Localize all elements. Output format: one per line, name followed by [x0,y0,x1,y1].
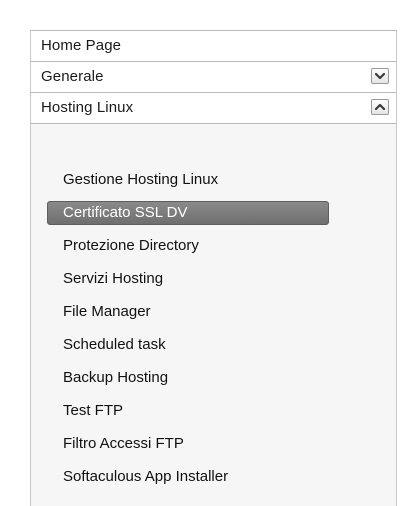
menu-section-generale[interactable]: Generale [31,61,396,93]
menu-section-hosting-linux[interactable]: Hosting Linux [31,92,396,124]
submenu-item-label: Protezione Directory [63,237,199,254]
submenu-item-gestione-hosting-linux[interactable]: Gestione Hosting Linux [47,168,329,192]
chevron-up-icon [374,103,386,111]
menu-section-home-page[interactable]: Home Page [31,30,396,62]
submenu-item-protezione-directory[interactable]: Protezione Directory [47,234,329,258]
submenu-item-label: File Manager [63,303,151,320]
submenu-item-label: Certificato SSL DV [63,204,188,221]
submenu-item-scheduled-task[interactable]: Scheduled task [47,333,329,357]
submenu-item-certificato-ssl-dv[interactable]: Certificato SSL DV [47,201,329,225]
submenu-item-label: Servizi Hosting [63,270,164,287]
submenu-item-file-manager[interactable]: File Manager [47,300,329,324]
chevron-down-icon [374,72,386,80]
submenu-item-label: Filtro Accessi FTP [63,435,184,452]
sidebar-menu: Home Page Generale Hosting Linux Gestion… [30,30,397,506]
submenu-item-label: Scheduled task [63,336,166,353]
submenu-item-softaculous-app-installer[interactable]: Softaculous App Installer [47,465,329,489]
submenu-item-label: Gestione Hosting Linux [63,171,219,188]
submenu-item-label: Test FTP [63,402,124,419]
submenu-item-filtro-accessi-ftp[interactable]: Filtro Accessi FTP [47,432,329,456]
menu-section-label: Hosting Linux [41,99,134,116]
expand-button[interactable] [371,68,389,84]
submenu-item-test-ftp[interactable]: Test FTP [47,399,329,423]
submenu-item-label: Softaculous App Installer [63,468,229,485]
submenu-item-label: Backup Hosting [63,369,169,386]
submenu-item-servizi-hosting[interactable]: Servizi Hosting [47,267,329,291]
collapse-button[interactable] [371,99,389,115]
menu-section-label: Generale [41,68,104,85]
menu-section-label: Home Page [41,37,122,54]
submenu-item-backup-hosting[interactable]: Backup Hosting [47,366,329,390]
